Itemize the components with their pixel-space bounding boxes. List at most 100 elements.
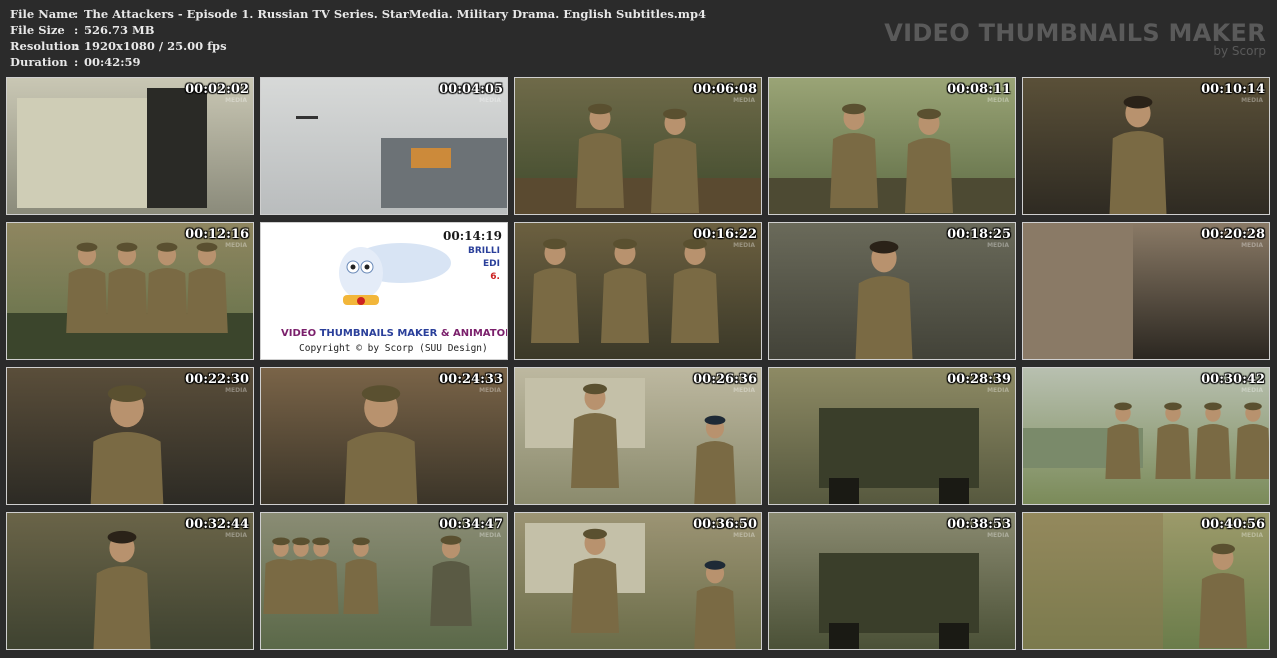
fence [1023,513,1163,649]
thumbnail-image [515,513,761,649]
truck-wheel [939,623,969,649]
thumbnail-watermark: MEDIA [987,387,1009,394]
logo-side-line: EDI [483,259,500,269]
thumbnail-image [1023,78,1269,214]
thumbnail-timestamp: 00:12:16 [185,227,249,242]
thumbnail-3[interactable]: 00:06:08 MEDIA [514,77,762,215]
thumbnail-timestamp: 00:04:05 [439,82,503,97]
thumbnail-11[interactable]: 00:22:30 MEDIA [6,367,254,505]
info-value: 00:42:59 [84,55,141,69]
thumbnail-watermark: MEDIA [1241,387,1263,394]
thumbnail-watermark: MEDIA [1241,532,1263,539]
thumbnail-image [7,223,253,359]
info-value: The Attackers - Episode 1. Russian TV Se… [84,7,707,21]
thumbnail-13[interactable]: 00:26:36 MEDIA [514,367,762,505]
thumbnail-14[interactable]: 00:28:39 MEDIA [768,367,1016,505]
logo-title: VIDEO THUMBNAILS MAKER & ANIMATOR [281,328,508,339]
info-key: File Name [10,7,76,21]
logo-side-line: BRILLI [468,246,500,256]
thumbnail-watermark: MEDIA [987,242,1009,249]
logo-copyright: Copyright © by Scorp (SUU Design) [299,343,488,354]
thumbnail-timestamp: 00:34:47 [439,517,503,532]
thumbnail-timestamp: 00:38:53 [947,517,1011,532]
distant-plane [296,116,318,119]
thumbnail-timestamp: 00:16:22 [693,227,757,242]
truck-wheel [939,478,969,504]
thumbnail-watermark: MEDIA [225,532,247,539]
thumbnail-image [769,368,1015,504]
info-separator: : [74,7,79,21]
brand-title: VIDEO THUMBNAILS MAKER [884,19,1266,47]
thumbnail-watermark: MEDIA [225,97,247,104]
ground [515,178,761,214]
thumbnail-9[interactable]: 00:18:25 MEDIA [768,222,1016,360]
thumbnail-16[interactable]: 00:32:44 MEDIA [6,512,254,650]
thumbnail-timestamp: 00:08:11 [947,82,1011,97]
thumbnail-image [769,223,1015,359]
thumbnail-4[interactable]: 00:08:11 MEDIA [768,77,1016,215]
info-key: Resolution [10,39,80,53]
thumbnail-6[interactable]: 00:12:16 MEDIA [6,222,254,360]
thumbnail-watermark: MEDIA [225,242,247,249]
thumbnail-18[interactable]: 00:36:50 MEDIA [514,512,762,650]
thumbnail-image [515,368,761,504]
thumbnail-19[interactable]: 00:38:53 MEDIA [768,512,1016,650]
thumbnail-watermark: MEDIA [733,97,755,104]
thumbnail-timestamp: 00:32:44 [185,517,249,532]
thumbnail-image [1023,513,1269,649]
thumbnail-image [515,223,761,359]
thumbnail-timestamp: 00:36:50 [693,517,757,532]
thumbnail-5[interactable]: 00:10:14 MEDIA [1022,77,1270,215]
thumbnail-image [7,513,253,649]
brand-watermark: VIDEO THUMBNAILS MAKER by Scorp [884,20,1266,58]
truck-body [819,553,979,633]
thumbnail-20[interactable]: 00:40:56 MEDIA [1022,512,1270,650]
info-separator: : [74,55,79,69]
thumbnail-1[interactable]: 00:02:02 MEDIA [6,77,254,215]
logo-title-part: THUMBNAILS MAKER [319,328,441,339]
thumbnail-watermark: MEDIA [987,532,1009,539]
thumbnail-image [7,78,253,214]
thumbnail-timestamp: 00:20:28 [1201,227,1265,242]
logo-side-line: 6. [490,272,500,282]
info-row-duration: Duration : 00:42:59 [10,54,706,70]
thumbnail-timestamp: 00:06:08 [693,82,757,97]
thumbnail-15[interactable]: 00:30:42 MEDIA [1022,367,1270,505]
thumbnail-image [769,78,1015,214]
thumbnail-image [261,513,507,649]
map-shape [17,98,167,208]
file-info-panel: File Name : The Attackers - Episode 1. R… [10,6,706,70]
thumbnail-watermark: MEDIA [733,387,755,394]
thumbnail-8[interactable]: 00:16:22 MEDIA [514,222,762,360]
thumbnail-timestamp: 00:24:33 [439,372,503,387]
thumbnail-10[interactable]: 00:20:28 MEDIA [1022,222,1270,360]
truck-body [819,408,979,488]
thumbnail-timestamp: 00:22:30 [185,372,249,387]
thumbnail-timestamp: 00:14:19 [443,229,502,243]
thumbnail-image [261,78,507,214]
thumbnail-watermark: MEDIA [1241,97,1263,104]
thumbnail-timestamp: 00:28:39 [947,372,1011,387]
thumbnail-12[interactable]: 00:24:33 MEDIA [260,367,508,505]
thumbnail-2[interactable]: 00:04:05 MEDIA [260,77,508,215]
info-row-file-name: File Name : The Attackers - Episode 1. R… [10,6,706,22]
map-case [147,88,207,208]
thumbnail-image [261,368,507,504]
logo-title-part: & ANIMATOR [440,328,508,339]
ground [769,178,1015,214]
info-row-file-size: File Size : 526.73 MB [10,22,706,38]
thumbnail-watermark: MEDIA [1241,242,1263,249]
info-row-resolution: Resolution : 1920x1080 / 25.00 fps [10,38,706,54]
blur-shape [1023,223,1133,359]
thumbnail-image [1023,368,1269,504]
thumbnail-watermark: MEDIA [987,97,1009,104]
info-key: File Size [10,23,65,37]
thumbnail-watermark: MEDIA [479,97,501,104]
thumbnail-17[interactable]: 00:34:47 MEDIA [260,512,508,650]
logo-title-part: VIDEO [281,328,320,339]
thumbnail-watermark: MEDIA [225,387,247,394]
thumbnail-7[interactable]: VIDEO THUMBNAILS MAKER & ANIMATOR Copyrig… [260,222,508,360]
thumbnail-grid: 00:02:02 MEDIA 00:04:05 MEDIA 00:06:08 MEDIA 0… [6,77,1272,653]
truck-wheel [829,623,859,649]
thumbnail-watermark: MEDIA [733,242,755,249]
